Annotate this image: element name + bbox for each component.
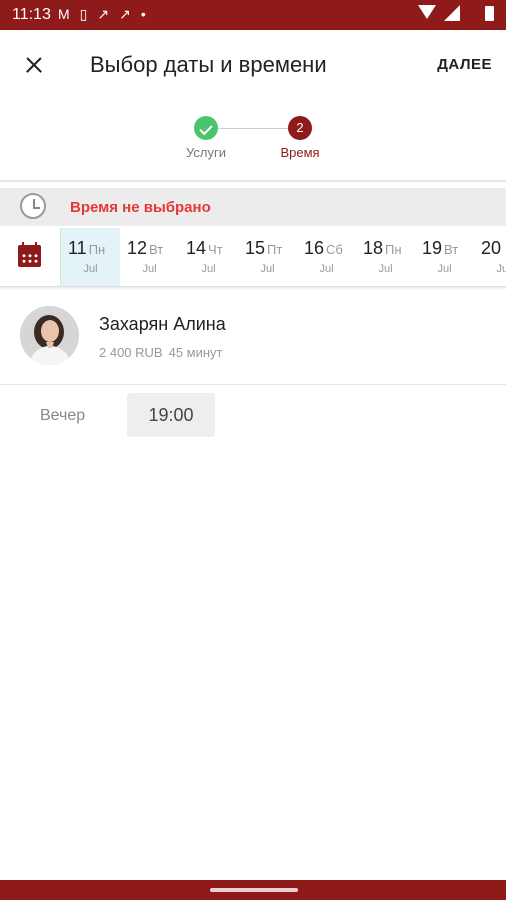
date-month: Jul bbox=[496, 263, 506, 275]
date-day: 12 bbox=[127, 238, 148, 258]
service-price: 2 400 RUB bbox=[99, 345, 163, 360]
date-strip: 11 Пн Jul 12 Вт Jul 14 Чт Jul 15 Пт Jul 16 Сб Jul 18 Пн J… bbox=[0, 228, 506, 287]
status-bar: 11:13 M▯↗↗• bbox=[0, 0, 506, 30]
sim-icon: ▯ bbox=[79, 6, 98, 22]
avatar bbox=[20, 306, 79, 365]
date-item[interactable]: 18 Пн Jul bbox=[356, 228, 415, 286]
date-month: Jul bbox=[83, 263, 98, 275]
date-label: 19 Вт bbox=[422, 238, 458, 259]
battery-icon bbox=[485, 6, 494, 21]
date-label: 18 Пн bbox=[363, 238, 402, 259]
date-label: 15 Пт bbox=[245, 238, 282, 259]
date-day: 20 bbox=[481, 238, 502, 258]
service-duration: 45 минут bbox=[168, 345, 223, 360]
signal-icon bbox=[444, 5, 460, 21]
master-card[interactable]: Захарян Алина 2 400 RUB 45 минут bbox=[0, 288, 506, 385]
date-item[interactable]: 15 Пт Jul bbox=[238, 228, 297, 286]
gmail-icon: M bbox=[58, 6, 80, 22]
close-icon[interactable] bbox=[16, 50, 52, 80]
time-not-selected-text: Время не выбрано bbox=[70, 199, 211, 216]
status-time: 11:13 bbox=[12, 6, 51, 23]
date-month: Jul bbox=[201, 263, 216, 275]
date-label: 11 Пн bbox=[68, 238, 105, 259]
step-label: Услуги bbox=[186, 145, 226, 160]
progress-stepper: Услуги 2 Время bbox=[0, 100, 506, 182]
date-weekday: Вт bbox=[149, 242, 164, 257]
missed-call-icon: ↗ bbox=[119, 6, 141, 22]
date-weekday: Сб bbox=[326, 242, 343, 257]
date-weekday: Пт bbox=[267, 242, 283, 257]
dot-icon: • bbox=[140, 6, 156, 22]
calendar-icon bbox=[18, 242, 41, 267]
date-item[interactable]: 12 Вт Jul bbox=[120, 228, 179, 286]
navigation-bar bbox=[0, 880, 506, 900]
step-services[interactable]: Услуги bbox=[166, 116, 246, 160]
date-label: 20 bbox=[481, 238, 503, 259]
date-day: 16 bbox=[304, 238, 325, 258]
master-name: Захарян Алина bbox=[99, 314, 226, 334]
app-bar: Выбор даты и времени ДАЛЕЕ bbox=[0, 30, 506, 100]
next-button[interactable]: ДАЛЕЕ bbox=[437, 56, 492, 73]
date-weekday: Пн bbox=[385, 242, 402, 257]
date-month: Jul bbox=[260, 263, 275, 275]
date-label: 14 Чт bbox=[186, 238, 223, 259]
date-month: Jul bbox=[437, 263, 452, 275]
date-day: 18 bbox=[363, 238, 384, 258]
date-label: 16 Сб bbox=[304, 238, 343, 259]
page-title: Выбор даты и времени bbox=[90, 52, 327, 77]
calendar-button[interactable] bbox=[0, 228, 61, 286]
date-month: Jul bbox=[142, 263, 157, 275]
date-item[interactable]: 11 Пн Jul bbox=[61, 228, 120, 286]
date-day: 15 bbox=[245, 238, 266, 258]
date-label: 12 Вт bbox=[127, 238, 163, 259]
step-label: Время bbox=[280, 145, 320, 160]
date-weekday: Чт bbox=[208, 242, 223, 257]
step-time: 2 Время bbox=[260, 116, 340, 160]
date-item[interactable]: 20 Jul bbox=[474, 228, 506, 286]
date-item[interactable]: 19 Вт Jul bbox=[415, 228, 474, 286]
home-handle[interactable] bbox=[210, 888, 298, 892]
time-status-bar: Время не выбрано bbox=[0, 188, 506, 226]
date-weekday: Пн bbox=[88, 242, 106, 257]
date-day: 14 bbox=[186, 238, 207, 258]
date-month: Jul bbox=[378, 263, 393, 275]
notification-icons: M▯↗↗• bbox=[58, 6, 156, 23]
missed-call-icon: ↗ bbox=[97, 6, 120, 22]
date-month: Jul bbox=[319, 263, 334, 275]
period-label: Вечер bbox=[40, 407, 86, 424]
master-meta: 2 400 RUB 45 минут bbox=[99, 345, 223, 360]
check-icon bbox=[194, 116, 218, 140]
date-weekday: Вт bbox=[444, 242, 459, 257]
time-slot-button[interactable]: 19:00 bbox=[127, 393, 215, 437]
date-day: 11 bbox=[68, 238, 87, 258]
date-item[interactable]: 14 Чт Jul bbox=[179, 228, 238, 286]
date-item[interactable]: 16 Сб Jul bbox=[297, 228, 356, 286]
clock-icon bbox=[20, 193, 46, 219]
wifi-icon bbox=[418, 5, 436, 19]
step-number: 2 bbox=[288, 116, 312, 140]
date-day: 19 bbox=[422, 238, 443, 258]
